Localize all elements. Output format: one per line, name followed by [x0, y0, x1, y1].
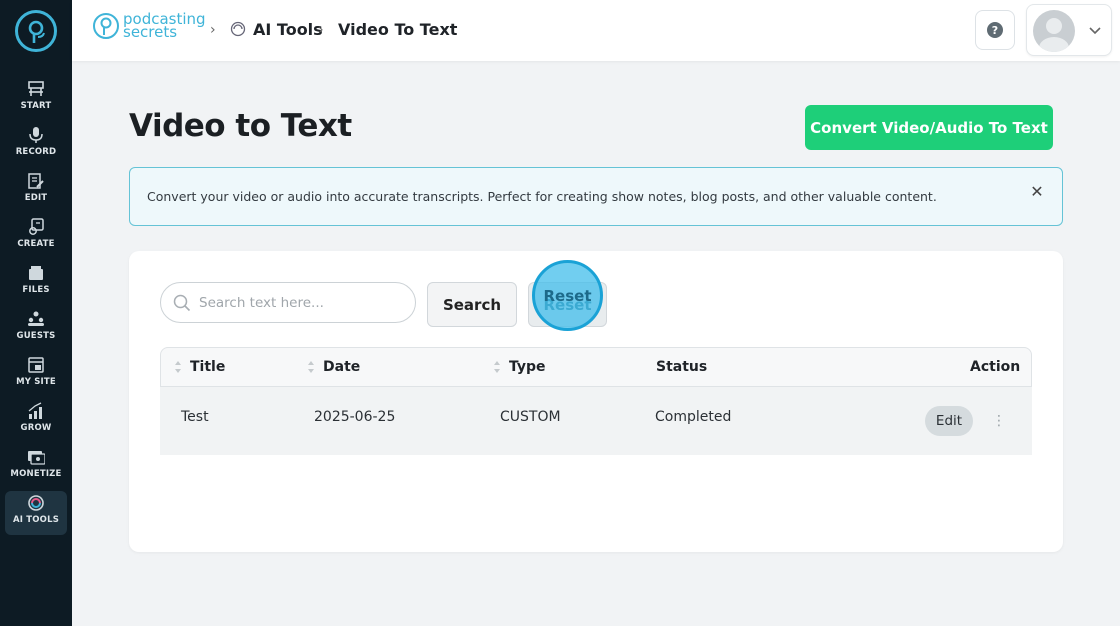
- app-logo[interactable]: [15, 10, 57, 52]
- guests-icon: [25, 309, 47, 329]
- monetize-icon: [25, 447, 47, 467]
- sidebar: START RECORD EDIT CREATE FILES GUESTS MY…: [0, 0, 72, 626]
- sidebar-item-my-site[interactable]: MY SITE: [5, 353, 67, 397]
- row-title: Test: [181, 409, 209, 425]
- search-field[interactable]: [160, 282, 416, 323]
- help-button[interactable]: ?: [975, 10, 1015, 50]
- page-title: Video to Text: [129, 108, 352, 144]
- sidebar-item-label: MY SITE: [16, 377, 56, 387]
- close-icon[interactable]: ✕: [1027, 182, 1047, 202]
- transcripts-card: Search Reset Reset Title Date Type Statu…: [129, 251, 1063, 552]
- breadcrumb-video-to-text: Video To Text: [338, 20, 458, 39]
- more-options-icon[interactable]: ⋮: [992, 409, 1006, 433]
- sidebar-item-label: EDIT: [24, 193, 48, 203]
- top-header: podcasting secrets › AI Tools › Video To…: [72, 0, 1120, 61]
- edit-icon: [25, 171, 47, 191]
- grow-icon: [25, 401, 47, 421]
- column-header-status: Status: [656, 359, 707, 375]
- column-header-label: Date: [323, 359, 361, 375]
- breadcrumb-chevron-icon: ›: [318, 22, 324, 38]
- ai-tools-breadcrumb-icon: [230, 21, 246, 37]
- sort-icon: [308, 361, 314, 373]
- microphone-icon: [25, 125, 47, 145]
- column-header-title[interactable]: Title: [174, 359, 225, 375]
- row-date: 2025-06-25: [314, 409, 396, 425]
- sidebar-item-label: MONETIZE: [10, 469, 62, 479]
- sidebar-item-start[interactable]: START: [5, 77, 67, 121]
- sidebar-item-label: START: [20, 101, 52, 111]
- transcripts-table: Title Date Type Status Action Test 2025-…: [160, 347, 1032, 455]
- search-button[interactable]: Search: [427, 282, 517, 327]
- column-header-date[interactable]: Date: [307, 359, 360, 375]
- my-site-icon: [25, 355, 47, 375]
- logo-mic-icon: [28, 20, 45, 43]
- column-header-label: Title: [190, 359, 226, 375]
- sidebar-item-label: CREATE: [17, 239, 55, 249]
- sidebar-item-label: GUESTS: [16, 331, 56, 341]
- user-menu-button[interactable]: [1026, 4, 1112, 56]
- column-header-label: Status: [656, 359, 708, 375]
- info-banner-text: Convert your video or audio into accurat…: [147, 189, 937, 204]
- sidebar-item-grow[interactable]: GROW: [5, 399, 67, 443]
- column-header-label: Type: [509, 359, 546, 375]
- click-indicator: Reset: [532, 260, 603, 331]
- info-banner: Convert your video or audio into accurat…: [129, 167, 1063, 226]
- sidebar-item-guests[interactable]: GUESTS: [5, 307, 67, 351]
- table-row: Test 2025-06-25 CUSTOM Completed Edit ⋮: [160, 387, 1032, 455]
- breadcrumb-ai-tools[interactable]: AI Tools: [253, 20, 323, 39]
- sidebar-item-label: RECORD: [15, 147, 57, 157]
- brand-logo[interactable]: podcasting secrets: [92, 12, 206, 40]
- sidebar-item-label: GROW: [20, 423, 52, 433]
- chevron-down-icon: [1089, 27, 1101, 35]
- sidebar-item-files[interactable]: FILES: [5, 261, 67, 305]
- start-icon: [25, 79, 47, 99]
- column-header-type[interactable]: Type: [493, 359, 546, 375]
- ai-tools-icon: [25, 493, 47, 513]
- files-icon: [25, 263, 47, 283]
- create-icon: [25, 217, 47, 237]
- search-icon: [173, 294, 191, 312]
- edit-button[interactable]: Edit: [925, 406, 973, 436]
- brand-mic-icon: [93, 13, 119, 39]
- sort-icon: [175, 361, 181, 373]
- sidebar-item-edit[interactable]: EDIT: [5, 169, 67, 213]
- sidebar-item-ai-tools[interactable]: AI TOOLS: [5, 491, 67, 535]
- sidebar-item-label: AI TOOLS: [12, 515, 60, 525]
- row-status: Completed: [655, 409, 732, 425]
- column-header-label: Action: [970, 359, 1021, 375]
- avatar: [1033, 10, 1075, 52]
- svg-text:?: ?: [992, 24, 998, 37]
- click-indicator-label: Reset: [543, 286, 592, 305]
- sidebar-item-label: FILES: [22, 285, 50, 295]
- sidebar-item-monetize[interactable]: MONETIZE: [5, 445, 67, 489]
- search-input[interactable]: [199, 293, 399, 313]
- column-header-action: Action: [970, 359, 1020, 375]
- sidebar-item-record[interactable]: RECORD: [5, 123, 67, 167]
- sort-icon: [494, 361, 500, 373]
- table-header: Title Date Type Status Action: [160, 347, 1032, 387]
- sidebar-item-create[interactable]: CREATE: [5, 215, 67, 259]
- row-type: CUSTOM: [500, 409, 561, 425]
- help-icon: ?: [987, 22, 1003, 38]
- breadcrumb-chevron-icon: ›: [210, 22, 216, 38]
- convert-video-audio-button[interactable]: Convert Video/Audio To Text: [805, 105, 1053, 150]
